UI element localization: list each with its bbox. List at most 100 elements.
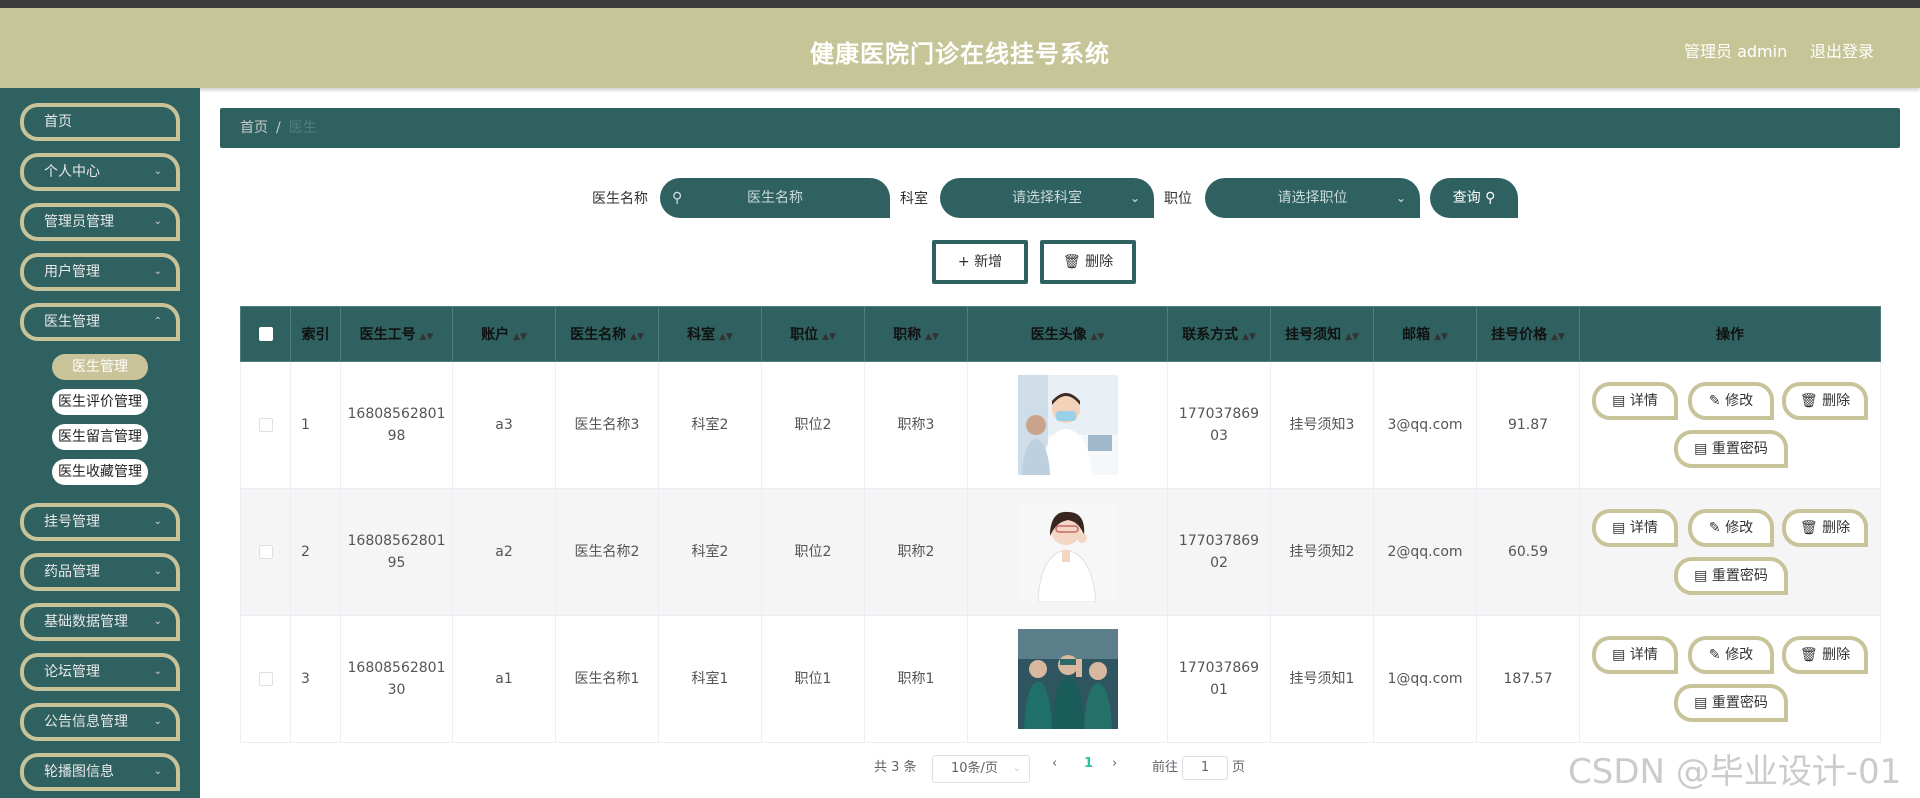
sidebar-item-forum[interactable]: 论坛管理 ⌄	[20, 653, 180, 691]
sort-icon[interactable]: ▲▼	[1345, 332, 1359, 342]
row-select-cell[interactable]	[240, 361, 291, 489]
chevron-down-icon: ⌄	[153, 216, 162, 227]
row-checkbox[interactable]	[258, 672, 273, 686]
breadcrumb-home[interactable]: 首页	[240, 120, 268, 136]
row-ops-group: ▤ 详情 ✎ 修改 🗑 删除 ▤ 重置密码	[1580, 362, 1880, 488]
reset-password-button[interactable]: ▤ 重置密码	[1674, 557, 1788, 595]
sort-icon[interactable]: ▲▼	[822, 332, 836, 342]
edit-button[interactable]: ✎ 修改	[1688, 509, 1774, 547]
chevron-down-icon: ⌄	[1129, 191, 1140, 205]
sidebar-item-home[interactable]: 首页	[20, 103, 180, 141]
reset-password-button[interactable]: ▤ 重置密码	[1674, 430, 1788, 468]
sort-icon[interactable]: ▲▼	[1242, 332, 1256, 342]
sidebar-item-admins[interactable]: 管理员管理 ⌄	[20, 203, 180, 241]
doctor-avatar-image[interactable]	[1017, 502, 1118, 602]
edit-button[interactable]: ✎ 修改	[1688, 636, 1774, 674]
position-select[interactable]: 请选择职位 ⌄	[1205, 178, 1420, 218]
col-index: 索引	[290, 306, 341, 362]
col-code[interactable]: 医生工号 ▲▼	[340, 306, 453, 362]
col-phone[interactable]: 联系方式 ▲▼	[1167, 306, 1271, 362]
row-select-cell[interactable]	[240, 615, 291, 743]
reset-password-button[interactable]: ▤ 重置密码	[1674, 684, 1788, 722]
logout-link[interactable]: 退出登录	[1810, 38, 1874, 62]
sidebar-item-users[interactable]: 用户管理 ⌄	[20, 253, 180, 291]
edit-label: 修改	[1725, 393, 1754, 409]
row-index: 2	[290, 488, 341, 616]
sort-icon[interactable]: ▲▼	[1091, 332, 1105, 342]
detail-button[interactable]: ▤ 详情	[1592, 382, 1678, 420]
query-button[interactable]: 查询 ⚲	[1430, 178, 1518, 218]
page-size-select[interactable]: 10条/页 ⌄	[932, 755, 1030, 783]
sub-item-doctor-favorite[interactable]: 医生收藏管理	[52, 459, 148, 485]
sub-item-doctor-review[interactable]: 医生评价管理	[52, 389, 148, 415]
col-title-label: 职称	[893, 327, 922, 343]
prev-page-icon[interactable]: ‹	[1052, 756, 1057, 771]
doctor-avatar-image[interactable]	[1017, 375, 1118, 475]
col-position[interactable]: 职位 ▲▼	[761, 306, 865, 362]
detail-label: 详情	[1629, 647, 1658, 663]
row-phone-part: 177037869	[1178, 660, 1260, 676]
col-name[interactable]: 医生名称 ▲▼	[555, 306, 659, 362]
select-all-cell[interactable]	[240, 306, 291, 362]
sub-item-doctor-manage[interactable]: 医生管理	[52, 354, 148, 380]
col-avatar[interactable]: 医生头像 ▲▼	[967, 306, 1168, 362]
sidebar-item-registration[interactable]: 挂号管理 ⌄	[20, 503, 180, 541]
sort-icon[interactable]: ▲▼	[1434, 332, 1448, 342]
sidebar-item-notice[interactable]: 公告信息管理 ⌄	[20, 703, 180, 741]
sidebar-item-label: 论坛管理	[44, 664, 100, 680]
sidebar-item-personal[interactable]: 个人中心 ⌄	[20, 153, 180, 191]
col-email[interactable]: 邮箱 ▲▼	[1373, 306, 1477, 362]
row-code-part: 98	[387, 428, 406, 444]
sort-icon[interactable]: ▲▼	[719, 332, 733, 342]
row-code-part: 95	[387, 555, 406, 571]
doctor-table: 索引 医生工号 ▲▼ 账户 ▲▼ 医生名称 ▲▼ 科室 ▲▼ 职位 ▲▼ 职称 ▲▼ 医生头…	[240, 306, 1881, 743]
col-avatar-label: 医生头像	[1030, 327, 1087, 343]
sidebar-item-label: 药品管理	[44, 564, 100, 580]
col-title[interactable]: 职称 ▲▼	[864, 306, 968, 362]
row-checkbox[interactable]	[258, 545, 273, 559]
goto-page-input[interactable]: 1	[1182, 756, 1228, 780]
delete-button[interactable]: 🗑 删除	[1782, 636, 1868, 674]
sort-icon[interactable]: ▲▼	[420, 332, 434, 342]
edit-button[interactable]: ✎ 修改	[1688, 382, 1774, 420]
document-icon: ▤	[1612, 647, 1626, 663]
col-email-label: 邮箱	[1402, 327, 1431, 343]
row-select-cell[interactable]	[240, 488, 291, 616]
doctor-avatar-image[interactable]	[1017, 629, 1118, 729]
doctor-name-input[interactable]: ⚲ 医生名称	[660, 178, 890, 218]
goto-label: 前往	[1152, 760, 1179, 775]
delete-button[interactable]: 🗑 删除	[1782, 382, 1868, 420]
col-price[interactable]: 挂号价格 ▲▼	[1476, 306, 1580, 362]
col-phone-label: 联系方式	[1182, 327, 1239, 343]
sidebar-item-basic-data[interactable]: 基础数据管理 ⌄	[20, 603, 180, 641]
detail-button[interactable]: ▤ 详情	[1592, 509, 1678, 547]
pencil-icon: ✎	[1708, 647, 1721, 663]
row-ops-group: ▤ 详情 ✎ 修改 🗑 删除 ▤ 重置密码	[1580, 616, 1880, 742]
col-dept[interactable]: 科室 ▲▼	[658, 306, 762, 362]
sidebar-item-label: 个人中心	[44, 164, 100, 180]
sort-icon[interactable]: ▲▼	[925, 332, 939, 342]
col-account[interactable]: 账户 ▲▼	[452, 306, 556, 362]
next-page-icon[interactable]: ›	[1112, 756, 1117, 771]
row-ops: ▤ 详情 ✎ 修改 🗑 删除 ▤ 重置密码	[1579, 488, 1881, 616]
sidebar-item-carousel[interactable]: 轮播图信息 ⌄	[20, 753, 180, 791]
table-header-row: 索引 医生工号 ▲▼ 账户 ▲▼ 医生名称 ▲▼ 科室 ▲▼ 职位 ▲▼ 职称 ▲▼ 医生头…	[240, 306, 1881, 362]
col-notice[interactable]: 挂号须知 ▲▼	[1270, 306, 1374, 362]
detail-button[interactable]: ▤ 详情	[1592, 636, 1678, 674]
batch-delete-button[interactable]: 🗑 删除	[1040, 240, 1136, 284]
row-name: 医生名称2	[555, 488, 659, 616]
sort-icon[interactable]: ▲▼	[513, 332, 527, 342]
delete-button[interactable]: 🗑 删除	[1782, 509, 1868, 547]
select-all-checkbox[interactable]	[258, 327, 273, 341]
sort-icon[interactable]: ▲▼	[630, 332, 644, 342]
sort-icon[interactable]: ▲▼	[1551, 332, 1565, 342]
dept-select[interactable]: 请选择科室 ⌄	[940, 178, 1154, 218]
page-number-current[interactable]: 1	[1084, 756, 1093, 771]
add-button[interactable]: + 新增	[932, 240, 1028, 284]
sub-item-doctor-message[interactable]: 医生留言管理	[52, 424, 148, 450]
dept-placeholder: 请选择科室	[1012, 190, 1082, 206]
row-checkbox[interactable]	[258, 418, 273, 432]
trash-icon: 🗑	[1062, 254, 1081, 270]
sidebar-item-doctors[interactable]: 医生管理 ⌃	[20, 303, 180, 341]
sidebar-item-medicine[interactable]: 药品管理 ⌄	[20, 553, 180, 591]
